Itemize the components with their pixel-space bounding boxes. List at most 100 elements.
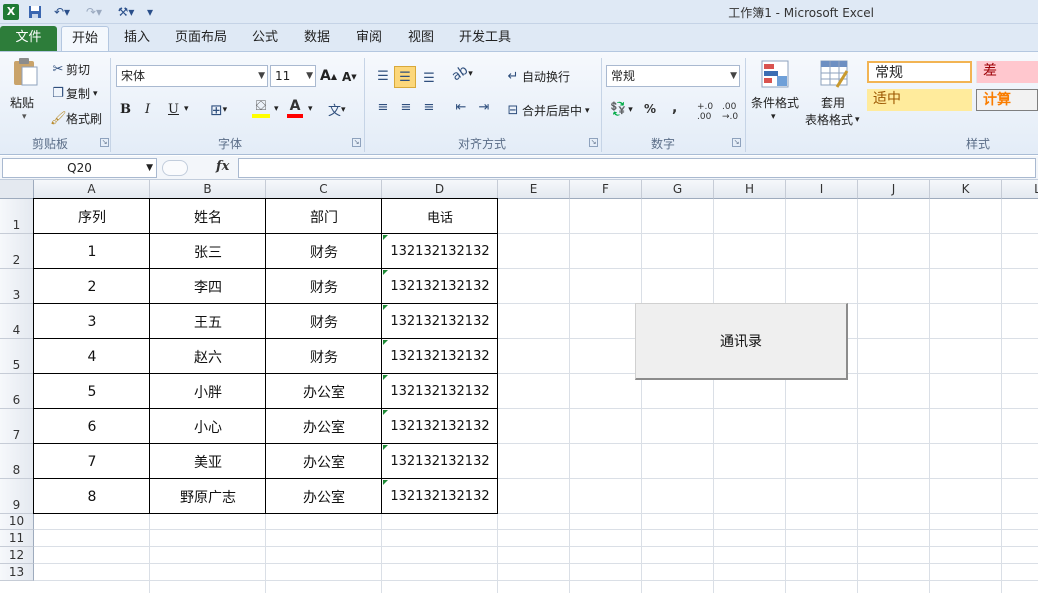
table-cell[interactable]: 小胖 bbox=[150, 374, 266, 409]
column-header-j[interactable]: J bbox=[858, 180, 930, 199]
orientation-icon[interactable]: ab ▾ bbox=[449, 63, 473, 85]
increase-decimal-icon[interactable]: +.0.00 bbox=[697, 102, 713, 122]
style-calculation[interactable]: 计算 bbox=[976, 89, 1038, 111]
comma-button[interactable]: , bbox=[672, 100, 677, 116]
table-cell[interactable]: 王五 bbox=[150, 304, 266, 339]
conditional-format-dropdown-icon[interactable]: ▾ bbox=[771, 112, 776, 122]
copy-button[interactable]: ❐ 复制 ▾ bbox=[50, 85, 97, 102]
row-header-13[interactable]: 13 bbox=[0, 564, 34, 581]
row-header-7[interactable]: 7 bbox=[0, 409, 34, 444]
decrease-decimal-icon[interactable]: .00 →.0 bbox=[722, 102, 738, 122]
font-name-select[interactable]: 宋体 ▼ bbox=[116, 65, 268, 87]
align-right-icon[interactable]: ≡ bbox=[419, 100, 439, 115]
table-cell[interactable]: 1 bbox=[34, 234, 150, 269]
column-header-g[interactable]: G bbox=[642, 180, 714, 199]
table-cell[interactable]: 野原广志 bbox=[150, 479, 266, 514]
conditional-format-button[interactable]: 条件格式 bbox=[751, 94, 799, 111]
table-header-cell[interactable]: 序列 bbox=[34, 199, 150, 234]
tab-file[interactable]: 文件 bbox=[0, 26, 57, 51]
insert-function-icon[interactable]: fx bbox=[216, 159, 229, 174]
cut-button[interactable]: ✂ 剪切 bbox=[50, 61, 90, 78]
column-header-b[interactable]: B bbox=[150, 180, 266, 199]
row-header-10[interactable]: 10 bbox=[0, 514, 34, 530]
name-box[interactable]: Q20 ▼ bbox=[2, 158, 157, 178]
row-header-6[interactable]: 6 bbox=[0, 374, 34, 409]
align-center-icon[interactable]: ≡ bbox=[396, 100, 416, 115]
tab-home[interactable]: 开始 bbox=[61, 26, 109, 51]
table-cell[interactable]: 办公室 bbox=[266, 374, 382, 409]
table-cell[interactable]: 132132132132 bbox=[382, 304, 498, 339]
align-bottom-icon[interactable]: ☰ bbox=[419, 68, 439, 88]
bold-button[interactable]: B bbox=[120, 102, 131, 117]
decrease-indent-icon[interactable]: ⇤ bbox=[451, 100, 471, 115]
table-cell[interactable]: 美亚 bbox=[150, 444, 266, 479]
tab-developer[interactable]: 开发工具 bbox=[454, 26, 516, 51]
conditional-format-icon[interactable] bbox=[758, 57, 792, 91]
table-cell[interactable]: 办公室 bbox=[266, 479, 382, 514]
merge-center-button[interactable]: ⊟ 合并后居中 ▾ bbox=[504, 102, 590, 119]
table-cell[interactable]: 8 bbox=[34, 479, 150, 514]
format-painter-button[interactable]: 🖌 格式刷 bbox=[50, 110, 102, 127]
table-cell[interactable]: 3 bbox=[34, 304, 150, 339]
tab-page-layout[interactable]: 页面布局 bbox=[170, 26, 232, 51]
formula-bar-expand-handle[interactable] bbox=[162, 160, 188, 176]
table-header-cell[interactable]: 部门 bbox=[266, 199, 382, 234]
table-cell[interactable]: 132132132132 bbox=[382, 374, 498, 409]
paste-dropdown-icon[interactable]: ▾ bbox=[22, 112, 27, 122]
table-header-cell[interactable]: 姓名 bbox=[150, 199, 266, 234]
row-header-2[interactable]: 2 bbox=[0, 234, 34, 269]
table-cell[interactable]: 132132132132 bbox=[382, 479, 498, 514]
column-header-a[interactable]: A bbox=[34, 180, 150, 199]
align-middle-icon[interactable]: ☰ bbox=[394, 66, 416, 88]
row-header-1[interactable]: 1 bbox=[0, 199, 34, 234]
alignment-launcher-icon[interactable]: ↘ bbox=[589, 138, 598, 147]
style-normal[interactable]: 常规 bbox=[867, 61, 972, 83]
italic-button[interactable]: I bbox=[145, 102, 150, 117]
align-top-icon[interactable]: ☰ bbox=[373, 66, 393, 86]
table-cell[interactable]: 132132132132 bbox=[382, 339, 498, 374]
table-cell[interactable]: 132132132132 bbox=[382, 269, 498, 304]
column-header-f[interactable]: F bbox=[570, 180, 642, 199]
tab-data[interactable]: 数据 bbox=[298, 26, 336, 51]
column-header-e[interactable]: E bbox=[498, 180, 570, 199]
row-header-12[interactable]: 12 bbox=[0, 547, 34, 564]
contacts-button[interactable]: 通讯录 bbox=[635, 303, 848, 380]
table-cell[interactable]: 7 bbox=[34, 444, 150, 479]
underline-button[interactable]: U bbox=[168, 102, 179, 117]
row-header-9[interactable]: 9 bbox=[0, 479, 34, 514]
tab-formulas[interactable]: 公式 bbox=[246, 26, 284, 51]
number-launcher-icon[interactable]: ↘ bbox=[732, 138, 741, 147]
font-launcher-icon[interactable]: ↘ bbox=[352, 138, 361, 147]
table-cell[interactable]: 2 bbox=[34, 269, 150, 304]
accounting-format-icon[interactable]: 💱 ▾ bbox=[610, 102, 633, 117]
formula-input[interactable] bbox=[238, 158, 1036, 178]
table-cell[interactable]: 财务 bbox=[266, 234, 382, 269]
fill-color-button[interactable]: ⛋ bbox=[252, 98, 270, 118]
increase-indent-icon[interactable]: ⇥ bbox=[474, 100, 494, 115]
row-header-5[interactable]: 5 bbox=[0, 339, 34, 374]
font-color-button[interactable]: A bbox=[287, 98, 303, 118]
table-cell[interactable]: 办公室 bbox=[266, 409, 382, 444]
column-header-k[interactable]: K bbox=[930, 180, 1002, 199]
number-format-select[interactable]: 常规 ▼ bbox=[606, 65, 740, 87]
table-cell[interactable]: 小心 bbox=[150, 409, 266, 444]
column-header-c[interactable]: C bbox=[266, 180, 382, 199]
column-header-i[interactable]: I bbox=[786, 180, 858, 199]
font-color-dropdown-icon[interactable]: ▾ bbox=[308, 104, 313, 114]
format-as-table-label-1[interactable]: 套用 bbox=[821, 94, 845, 111]
table-cell[interactable]: 财务 bbox=[266, 304, 382, 339]
table-cell[interactable]: 财务 bbox=[266, 339, 382, 374]
paste-icon[interactable] bbox=[8, 56, 42, 88]
table-cell[interactable]: 李四 bbox=[150, 269, 266, 304]
table-cell[interactable]: 132132132132 bbox=[382, 234, 498, 269]
style-bad[interactable]: 差 bbox=[976, 61, 1038, 83]
table-cell[interactable]: 132132132132 bbox=[382, 444, 498, 479]
align-left-icon[interactable]: ≡ bbox=[373, 100, 393, 115]
row-header-3[interactable]: 3 bbox=[0, 269, 34, 304]
column-header-d[interactable]: D bbox=[382, 180, 498, 199]
row-header-4[interactable]: 4 bbox=[0, 304, 34, 339]
wrap-text-button[interactable]: ↵ 自动换行 bbox=[504, 68, 570, 85]
table-cell[interactable]: 张三 bbox=[150, 234, 266, 269]
column-header-l[interactable]: L bbox=[1002, 180, 1038, 199]
table-cell[interactable]: 6 bbox=[34, 409, 150, 444]
